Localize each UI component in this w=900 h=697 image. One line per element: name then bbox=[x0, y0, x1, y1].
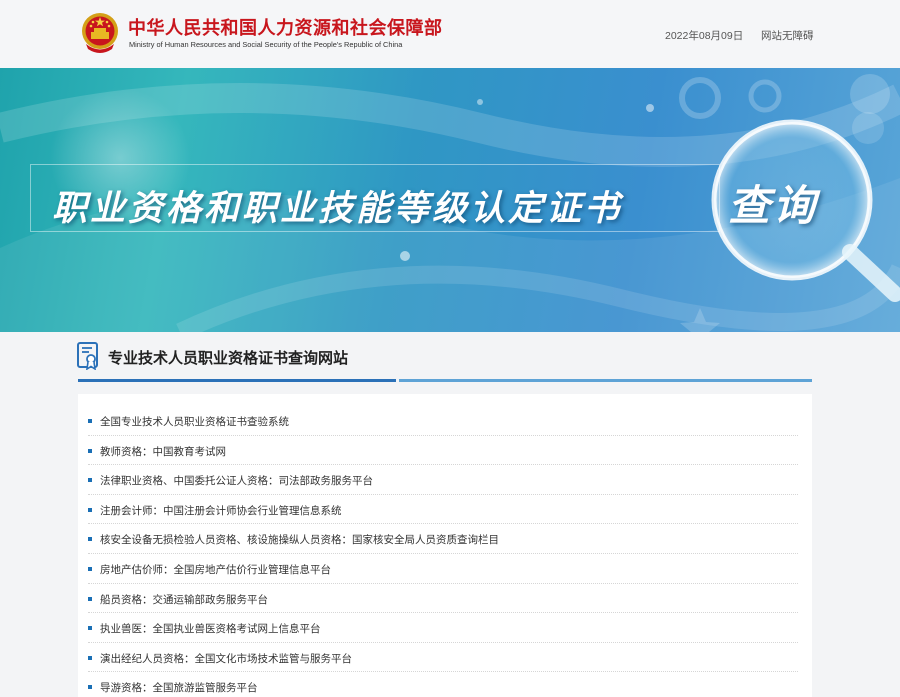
list-item-label[interactable]: 演出经纪人员资格：全国文化市场技术监管与服务平台 bbox=[100, 651, 352, 666]
certificate-icon bbox=[77, 342, 98, 370]
list-item[interactable]: 全国专业技术人员职业资格证书查验系统 bbox=[88, 406, 798, 436]
list-item-label[interactable]: 导游资格：全国旅游监管服务平台 bbox=[100, 680, 258, 695]
bullet-icon bbox=[88, 626, 92, 631]
bullet-icon bbox=[88, 448, 92, 453]
bullet-icon bbox=[88, 419, 92, 423]
list-item-label[interactable]: 执业兽医：全国执业兽医资格考试网上信息平台 bbox=[100, 621, 321, 636]
hero-banner: 职业资格和职业技能等级认定证书 查询 bbox=[0, 68, 900, 332]
list-item-label[interactable]: 注册会计师：中国注册会计师协会行业管理信息系统 bbox=[100, 503, 342, 518]
bullet-icon bbox=[88, 596, 92, 601]
list-item[interactable]: 核安全设备无损检验人员资格、核设施操纵人员资格：国家核安全局人员资质查询栏目 bbox=[88, 524, 798, 554]
list-item-label[interactable]: 核安全设备无损检验人员资格、核设施操纵人员资格：国家核安全局人员资质查询栏目 bbox=[100, 532, 499, 547]
list-item-label[interactable]: 全国专业技术人员职业资格证书查验系统 bbox=[100, 414, 289, 429]
list-item[interactable]: 演出经纪人员资格：全国文化市场技术监管与服务平台 bbox=[88, 643, 798, 673]
bullet-icon bbox=[88, 567, 92, 571]
list-item[interactable]: 船员资格：交通运输部政务服务平台 bbox=[88, 584, 798, 614]
list-item-label[interactable]: 法律职业资格、中国委托公证人资格：司法部政务服务平台 bbox=[100, 473, 373, 488]
list-item-label[interactable]: 教师资格：中国教育考试网 bbox=[100, 444, 226, 459]
bullet-icon bbox=[88, 655, 92, 660]
list-item[interactable]: 执业兽医：全国执业兽医资格考试网上信息平台 bbox=[88, 613, 798, 643]
section-title: 专业技术人员职业资格证书查询网站 bbox=[108, 349, 349, 367]
bullet-icon bbox=[88, 478, 92, 483]
section-divider-primary bbox=[78, 379, 396, 382]
site-header: 中华人民共和国人力资源和社会保障部 Ministry of Human Reso… bbox=[0, 0, 900, 68]
bullet-icon bbox=[88, 507, 92, 512]
query-links-list: 全国专业技术人员职业资格证书查验系统 教师资格：中国教育考试网 法律职业资格、中… bbox=[78, 394, 812, 697]
banner-query-text: 查询 bbox=[728, 181, 819, 230]
list-item-label[interactable]: 船员资格：交通运输部政务服务平台 bbox=[100, 592, 268, 607]
ministry-name-cn[interactable]: 中华人民共和国人力资源和社会保障部 bbox=[128, 14, 443, 40]
bullet-icon bbox=[88, 685, 92, 690]
list-item[interactable]: 房地产估价师：全国房地产估价行业管理信息平台 bbox=[88, 554, 798, 584]
current-date: 2022年08月09日 bbox=[665, 30, 744, 42]
ministry-name-en: Ministry of Human Resources and Social S… bbox=[129, 40, 403, 49]
list-item-label[interactable]: 房地产估价师：全国房地产估价行业管理信息平台 bbox=[100, 562, 331, 577]
list-item[interactable]: 法律职业资格、中国委托公证人资格：司法部政务服务平台 bbox=[88, 465, 798, 495]
list-item[interactable]: 注册会计师：中国注册会计师协会行业管理信息系统 bbox=[88, 495, 798, 525]
list-item[interactable]: 教师资格：中国教育考试网 bbox=[88, 436, 798, 466]
bullet-icon bbox=[88, 537, 92, 542]
banner-title: 职业资格和职业技能等级认定证书 bbox=[52, 189, 623, 229]
section-divider-secondary bbox=[399, 379, 812, 382]
accessibility-link[interactable]: 网站无障碍 bbox=[761, 28, 814, 43]
list-item[interactable]: 导游资格：全国旅游监管服务平台 bbox=[88, 672, 798, 697]
national-emblem-icon[interactable] bbox=[80, 11, 120, 55]
